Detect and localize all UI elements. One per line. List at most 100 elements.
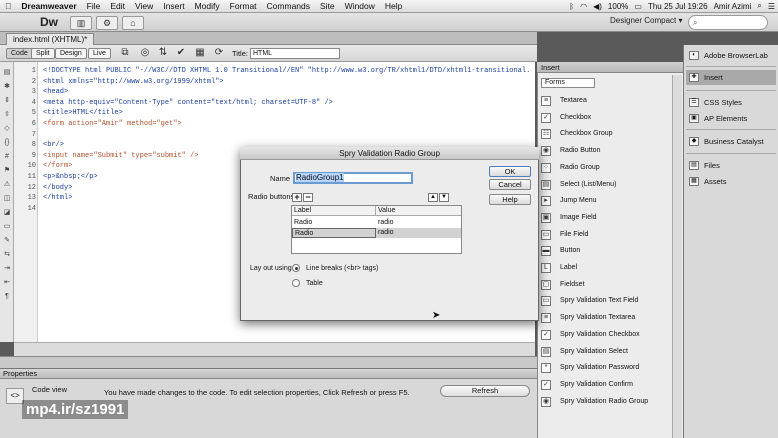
insert-item[interactable]: ✓ Spry Validation Confirm [538, 377, 670, 394]
menu-insert[interactable]: Insert [158, 0, 189, 13]
layout-icon[interactable]: ▥ [70, 16, 92, 30]
menu-format[interactable]: Format [225, 0, 262, 13]
remove-comment-icon[interactable]: ◪ [2, 208, 12, 217]
help-search-input[interactable]: ⌕ [688, 15, 768, 30]
design-view-button[interactable]: Design [55, 48, 87, 59]
spotlight-icon[interactable]: ⌕ [754, 1, 764, 11]
battery-level[interactable]: 100% [605, 2, 631, 11]
insert-item[interactable]: ▤ Select (List/Menu) [538, 177, 670, 194]
code-line[interactable]: </html> [43, 194, 72, 202]
menu-modify[interactable]: Modify [190, 0, 225, 13]
user-name[interactable]: Amir Azimi [711, 2, 755, 11]
expand-all-icon[interactable]: ⇳ [2, 110, 12, 119]
line-numbers-icon[interactable]: # [2, 152, 12, 161]
menu-file[interactable]: File [82, 0, 106, 13]
panel-tab-adobe-browserlab[interactable]: ◐ Adobe BrowserLab [686, 48, 776, 63]
insert-item[interactable]: ◉ Spry Validation Radio Group [538, 394, 670, 411]
refresh-icon[interactable]: ⟳ [212, 47, 226, 60]
insert-item[interactable]: ◉ Radio Button [538, 143, 670, 160]
insert-item[interactable]: ▢ Fieldset [538, 277, 670, 294]
move-down-button[interactable]: ▼ [439, 193, 449, 202]
insert-item[interactable]: ☷ Checkbox Group [538, 126, 670, 143]
panel-tab-assets[interactable]: ▦ Assets [686, 174, 776, 189]
volume-icon[interactable]: ◀) [590, 2, 605, 11]
outdent-icon[interactable]: ⇤ [2, 278, 12, 287]
bluetooth-icon[interactable]: ᛒ [566, 2, 577, 11]
table-radio[interactable] [292, 279, 300, 287]
menu-site[interactable]: Site [315, 0, 340, 13]
insert-item[interactable]: ▸ Jump Menu [538, 193, 670, 210]
table-row-label[interactable]: Radio [292, 228, 376, 238]
extend-icon[interactable]: ⚙ [96, 16, 118, 30]
multiscreen-icon[interactable]: ⧉ [118, 47, 132, 60]
balance-braces-icon[interactable]: {} [2, 138, 12, 147]
wifi-icon[interactable]: ◠ [577, 2, 590, 11]
check-browser-icon[interactable]: ✔ [174, 47, 188, 60]
insert-item[interactable]: ≡ Textarea [538, 93, 670, 110]
insert-category-select[interactable]: Forms [541, 78, 595, 88]
site-icon[interactable]: ⌂ [122, 16, 144, 30]
code-line[interactable]: <html xmlns="http://www.w3.org/1999/xhtm… [43, 78, 224, 86]
cancel-button[interactable]: Cancel [489, 179, 531, 190]
move-up-button[interactable]: ▲ [428, 193, 438, 202]
menu-app-name[interactable]: Dreamweaver [16, 0, 81, 13]
format-source-icon[interactable]: ¶ [2, 292, 12, 301]
document-tab[interactable]: index.html (XHTML)* [6, 33, 95, 45]
insert-item[interactable]: ✓ Checkbox [538, 110, 670, 127]
properties-header[interactable] [0, 368, 537, 379]
workspace-switcher[interactable]: Designer Compact ▾ [610, 16, 683, 25]
apple-menu-icon[interactable]:  [0, 0, 16, 13]
menu-commands[interactable]: Commands [262, 0, 315, 13]
wrap-tag-icon[interactable]: ▭ [2, 222, 12, 231]
refresh-button[interactable]: Refresh [440, 385, 530, 397]
ok-button[interactable]: OK [489, 166, 531, 177]
indent-icon[interactable]: ⇥ [2, 264, 12, 273]
code-line[interactable]: <p>&nbsp;</p> [43, 173, 98, 181]
code-line[interactable]: <title>HTML</title> [43, 109, 123, 117]
table-row-label[interactable]: Radio [292, 218, 376, 228]
name-input[interactable]: RadioGroup1 [293, 172, 413, 184]
select-parent-tag-icon[interactable]: ◇ [2, 124, 12, 133]
column-header-value[interactable]: Value [376, 206, 461, 216]
code-line[interactable]: <input name="Submit" type="submit" /> [43, 152, 198, 160]
syntax-error-icon[interactable]: ⚠ [2, 180, 12, 189]
panel-tab-files[interactable]: ▤ Files [686, 158, 776, 173]
comment-icon[interactable]: ◫ [2, 194, 12, 203]
clock[interactable]: Thu 25 Jul 19:26 [645, 2, 711, 11]
insert-panel-scrollbar[interactable] [672, 75, 682, 438]
preview-browser-icon[interactable]: ◎ [138, 47, 152, 60]
code-line[interactable]: </body> [43, 184, 72, 192]
live-view-button[interactable]: Live [88, 48, 111, 59]
panel-tab-business-catalyst[interactable]: ◆ Business Catalyst [686, 134, 776, 149]
panel-tab-ap-elements[interactable]: ▣ AP Elements [686, 111, 776, 126]
help-button[interactable]: Help [489, 194, 531, 205]
remove-radio-button[interactable]: − [303, 193, 313, 202]
code-line[interactable]: <br/> [43, 141, 64, 149]
code-view-button[interactable]: Code [6, 48, 33, 59]
insert-item[interactable]: ▭ Spry Validation Text Field [538, 293, 670, 310]
code-line[interactable]: <!DOCTYPE html PUBLIC "-//W3C//DTD XHTML… [43, 67, 530, 75]
collapse-tag-icon[interactable]: ✱ [2, 82, 12, 91]
highlight-invalid-icon[interactable]: ⚑ [2, 166, 12, 175]
split-view-button[interactable]: Split [31, 48, 55, 59]
insert-item[interactable]: ▬ Button [538, 243, 670, 260]
insert-item[interactable]: ▣ Image Field [538, 210, 670, 227]
list-icon[interactable]: ☰ [765, 2, 778, 11]
panel-tab-css-styles[interactable]: ☰ CSS Styles [686, 95, 776, 110]
menu-window[interactable]: Window [340, 0, 380, 13]
code-line[interactable]: <form action="Amir" method="get"> [43, 120, 182, 128]
column-header-label[interactable]: Label [292, 206, 376, 216]
move-css-icon[interactable]: ⇆ [2, 250, 12, 259]
menu-help[interactable]: Help [380, 0, 407, 13]
open-documents-icon[interactable]: ▤ [2, 68, 12, 77]
insert-item[interactable]: L Label [538, 260, 670, 277]
menu-view[interactable]: View [130, 0, 158, 13]
insert-item[interactable]: ⁘ Radio Group [538, 160, 670, 177]
recent-snippets-icon[interactable]: ✎ [2, 236, 12, 245]
table-row-value[interactable]: radio [376, 228, 461, 238]
add-radio-button[interactable]: + [292, 193, 302, 202]
file-management-icon[interactable]: ⇅ [156, 47, 170, 60]
collapse-selection-icon[interactable]: ⇕ [2, 96, 12, 105]
visual-aids-icon[interactable]: ▦ [193, 47, 207, 60]
table-row-value[interactable]: radio [376, 218, 461, 228]
